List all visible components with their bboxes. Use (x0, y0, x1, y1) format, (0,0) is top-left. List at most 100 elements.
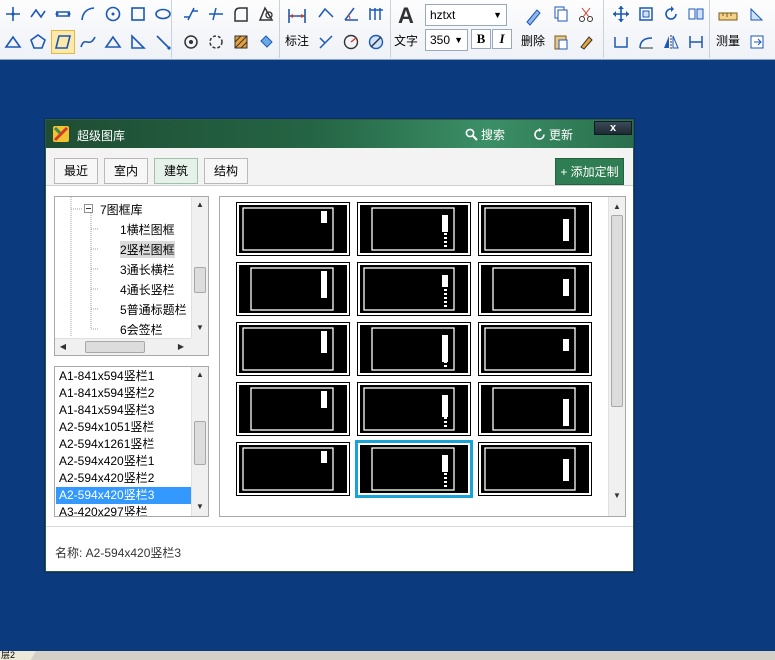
tree-item-vertical-frame[interactable]: 2竖栏图框 (120, 241, 175, 258)
rotate-icon[interactable] (659, 2, 683, 26)
frame-thumbnail[interactable] (478, 382, 592, 436)
tree-horizontal-scrollbar[interactable]: ◀ ▶ (55, 338, 192, 355)
right-angle-icon[interactable] (126, 30, 150, 54)
diameter-dim-icon[interactable] (364, 30, 388, 54)
offset-icon[interactable] (684, 2, 708, 26)
fill-bucket-icon[interactable] (254, 30, 278, 54)
tab-architecture[interactable]: 建筑 (154, 158, 199, 184)
tree-item-long-horizontal[interactable]: 3通长横栏 (120, 261, 175, 278)
brush-icon[interactable] (574, 30, 598, 54)
scroll-up-icon[interactable]: ▲ (192, 197, 208, 213)
copy-icon[interactable] (549, 2, 573, 26)
tree-vertical-scrollbar[interactable]: ▲ ▼ (191, 197, 208, 338)
radius-dim-icon[interactable] (339, 30, 363, 54)
double-line-icon[interactable] (51, 2, 75, 26)
angle-dim-icon[interactable] (314, 2, 338, 26)
bold-button[interactable]: B (471, 29, 491, 49)
tree-item-long-vertical[interactable]: 4通长竖栏 (120, 281, 175, 298)
hatch-icon[interactable] (229, 30, 253, 54)
tree-item-folder[interactable]: 7图框库 (100, 201, 143, 218)
text-button[interactable]: A 文字 (392, 2, 420, 56)
ellipse-icon[interactable] (151, 2, 175, 26)
stretch-icon[interactable] (634, 2, 658, 26)
array-icon[interactable] (609, 30, 633, 54)
frame-list[interactable]: A1-841x594竖栏1 A1-841x594竖栏2 A1-841x594竖栏… (54, 366, 209, 517)
frame-thumbnail[interactable] (236, 202, 350, 256)
scale-icon[interactable] (204, 30, 228, 54)
add-custom-button[interactable]: + 添加定制 (555, 158, 624, 185)
list-item[interactable]: A2-594x420竖栏2 (56, 470, 191, 487)
list-item[interactable]: A2-594x1261竖栏 (56, 436, 191, 453)
line-icon[interactable] (151, 30, 175, 54)
spline-icon[interactable] (76, 30, 100, 54)
frame-thumbnail[interactable] (236, 382, 350, 436)
scroll-right-icon[interactable]: ▶ (173, 339, 189, 355)
frame-thumbnail[interactable] (357, 382, 471, 436)
search-button[interactable]: 搜索 (465, 126, 505, 143)
scroll-thumb[interactable] (611, 215, 623, 407)
area-icon[interactable] (745, 2, 769, 26)
frame-thumbnail[interactable] (478, 202, 592, 256)
arc-line-icon[interactable] (76, 2, 100, 26)
trapezoid-icon[interactable] (101, 30, 125, 54)
scroll-thumb[interactable] (194, 267, 206, 293)
rotate-gear-icon[interactable] (179, 30, 203, 54)
tab-structure[interactable]: 结构 (204, 158, 249, 184)
italic-button[interactable]: I (492, 29, 512, 49)
axis-icon[interactable] (1, 2, 25, 26)
scroll-down-icon[interactable]: ▼ (192, 320, 208, 336)
tree-toggle[interactable] (84, 202, 98, 216)
frame-thumbnail[interactable] (236, 322, 350, 376)
frame-thumbnail[interactable] (357, 322, 471, 376)
fillet-icon[interactable] (229, 2, 253, 26)
frame-thumbnail[interactable] (357, 202, 471, 256)
list-item[interactable]: A3-420x297竖栏 (56, 504, 191, 516)
paste-icon[interactable] (549, 30, 573, 54)
export-icon[interactable] (745, 30, 769, 54)
list-vertical-scrollbar[interactable]: ▲ ▼ (191, 367, 208, 516)
continuous-dim-icon[interactable] (364, 2, 388, 26)
tree-item-signature-bar[interactable]: 6会签栏 (120, 321, 163, 338)
frame-thumbnail[interactable] (478, 262, 592, 316)
frame-thumbnail[interactable] (478, 442, 592, 496)
delete-button[interactable]: 删除 (519, 2, 547, 56)
dimension-button[interactable]: 标注 (283, 2, 311, 56)
scroll-left-icon[interactable]: ◀ (55, 339, 71, 355)
scroll-up-icon[interactable]: ▲ (192, 367, 208, 383)
text-size-select[interactable]: 350 ▼ (425, 29, 468, 51)
list-item[interactable]: A1-841x594竖栏2 (56, 385, 191, 402)
scroll-up-icon[interactable]: ▲ (609, 199, 625, 215)
circle-icon[interactable] (101, 2, 125, 26)
list-item-selected[interactable]: A2-594x420竖栏3 (56, 487, 191, 504)
grid-vertical-scrollbar[interactable]: ▲ ▼ (608, 197, 625, 516)
frame-thumbnail[interactable] (357, 262, 471, 316)
tab-interior[interactable]: 室内 (104, 158, 149, 184)
break-line-icon[interactable] (179, 2, 203, 26)
angle-icon[interactable] (339, 2, 363, 26)
category-tree[interactable]: 7图框库 1横栏图框 2竖栏图框 3通长横栏 4通长竖栏 5普通标题栏 6会签栏… (54, 196, 209, 356)
cut-icon[interactable] (574, 2, 598, 26)
scroll-down-icon[interactable]: ▼ (609, 488, 625, 504)
scroll-thumb[interactable] (194, 421, 206, 465)
update-button[interactable]: 更新 (533, 126, 573, 143)
layer-tab[interactable]: 层2 (0, 651, 36, 660)
rectangle-icon[interactable] (126, 2, 150, 26)
pentagon-icon[interactable] (26, 30, 50, 54)
tree-item-title-bar[interactable]: 5普通标题栏 (120, 301, 187, 318)
frame-thumbnail[interactable] (478, 322, 592, 376)
triangle-icon[interactable] (1, 30, 25, 54)
scroll-thumb[interactable] (85, 341, 145, 353)
mirror-icon[interactable] (659, 30, 683, 54)
measure-button[interactable]: 测量 (714, 2, 742, 56)
extend-icon[interactable] (634, 30, 658, 54)
chamfer-icon[interactable] (254, 2, 278, 26)
list-item[interactable]: A2-594x1051竖栏 (56, 419, 191, 436)
list-item[interactable]: A1-841x594竖栏3 (56, 402, 191, 419)
font-select[interactable]: hztxt ▼ (425, 4, 507, 26)
move-icon[interactable] (609, 2, 633, 26)
trim-icon[interactable] (204, 2, 228, 26)
close-button[interactable]: x (594, 121, 632, 135)
tree-item-horizontal-frame[interactable]: 1横栏图框 (120, 221, 175, 238)
frame-thumbnail-selected[interactable] (355, 440, 473, 498)
list-item[interactable]: A1-841x594竖栏1 (56, 368, 191, 385)
